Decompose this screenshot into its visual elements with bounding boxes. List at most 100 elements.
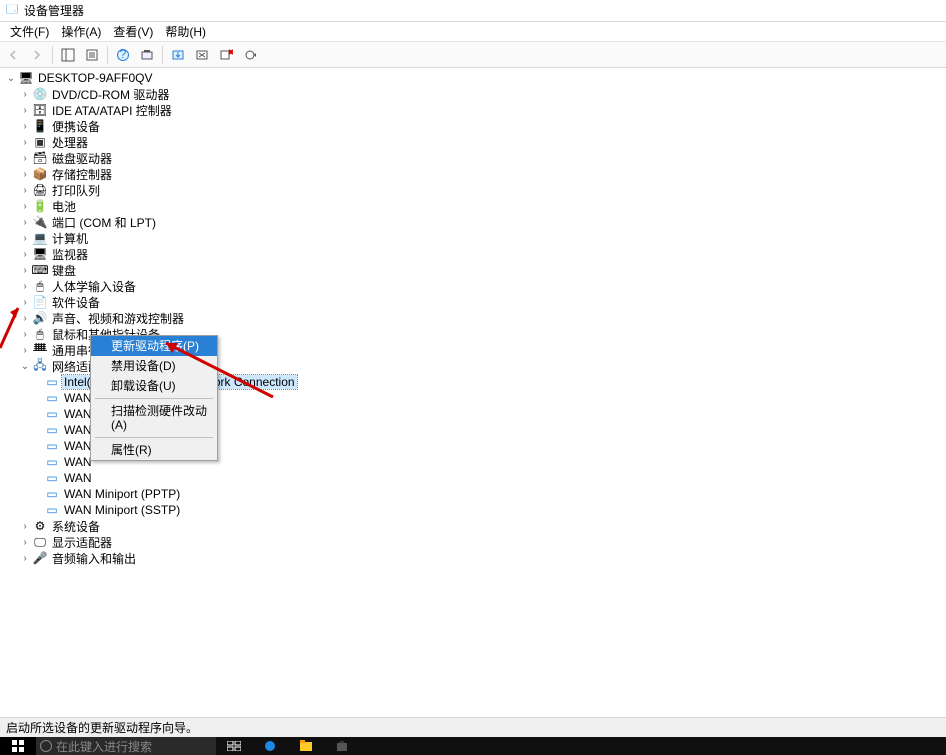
window-title: 设备管理器 <box>24 2 84 19</box>
update-driver-button[interactable] <box>167 44 189 66</box>
expander-icon[interactable]: › <box>18 247 32 261</box>
expander-icon[interactable]: › <box>18 167 32 181</box>
nav-back-button[interactable] <box>2 44 24 66</box>
expander-icon[interactable]: › <box>18 231 32 245</box>
tree-root[interactable]: ⌄ DESKTOP-9AFF0QV <box>0 70 946 86</box>
expander-icon[interactable]: › <box>18 135 32 149</box>
tree-category[interactable]: › DVD/CD-ROM 驱动器 <box>0 86 946 102</box>
toolbar-separator <box>52 46 53 64</box>
expander-icon[interactable]: › <box>18 343 32 357</box>
tree-category[interactable]: › 打印队列 <box>0 182 946 198</box>
category-icon <box>32 102 48 118</box>
search-placeholder: 在此键入进行搜索 <box>56 738 152 755</box>
category-icon <box>32 86 48 102</box>
expander-icon[interactable]: ⌄ <box>4 71 18 85</box>
refresh-button[interactable] <box>239 44 261 66</box>
tree-category[interactable]: › 声音、视频和游戏控制器 <box>0 310 946 326</box>
tree-device[interactable]: WAN Miniport (SSTP) <box>0 502 946 518</box>
tree-category[interactable]: ›磁盘驱动器 <box>0 150 946 166</box>
expander-icon[interactable]: › <box>18 199 32 213</box>
taskbar-search[interactable]: 在此键入进行搜索 <box>36 737 216 755</box>
menu-view[interactable]: 查看(V) <box>107 21 159 42</box>
tree-category[interactable]: ›IDE ATA/ATAPI 控制器 <box>0 102 946 118</box>
tree-category[interactable]: ›处理器 <box>0 134 946 150</box>
expander-icon[interactable]: › <box>18 535 32 549</box>
category-icon <box>32 198 48 214</box>
expander-icon[interactable]: › <box>18 311 32 325</box>
tree-category[interactable]: › 软件设备 <box>0 294 946 310</box>
expander-icon[interactable]: › <box>18 119 32 133</box>
help-button[interactable]: ? <box>112 44 134 66</box>
menu-separator <box>95 437 213 438</box>
menu-action[interactable]: 操作(A) <box>55 21 107 42</box>
taskbar-explorer[interactable] <box>288 737 324 755</box>
category-label: 音频输入和输出 <box>50 550 138 567</box>
expander-icon[interactable]: › <box>18 87 32 101</box>
category-label: 电池 <box>50 198 78 215</box>
expander-icon[interactable]: › <box>18 215 32 229</box>
expander-icon[interactable]: › <box>18 519 32 533</box>
category-label: 软件设备 <box>50 294 102 311</box>
expander-icon[interactable]: › <box>18 551 32 565</box>
tree-category[interactable]: › 便携设备 <box>0 118 946 134</box>
category-label: DVD/CD-ROM 驱动器 <box>50 86 171 103</box>
context-menu-item[interactable]: 卸载设备(U) <box>91 376 217 396</box>
tree-device[interactable]: WAN Miniport (PPTP) <box>0 486 946 502</box>
category-label: 存储控制器 <box>50 166 114 183</box>
category-label: 声音、视频和游戏控制器 <box>50 310 186 327</box>
expander-icon[interactable]: › <box>18 295 32 309</box>
statusbar: 启动所选设备的更新驱动程序向导。 <box>0 717 946 737</box>
status-text: 启动所选设备的更新驱动程序向导。 <box>6 719 198 736</box>
tree-category[interactable]: ›显示适配器 <box>0 534 946 550</box>
context-menu-item[interactable]: 禁用设备(D) <box>91 356 217 376</box>
category-icon <box>32 294 48 310</box>
tree-category[interactable]: ›人体学输入设备 <box>0 278 946 294</box>
network-adapter-icon <box>44 486 60 502</box>
expander-icon[interactable]: › <box>18 151 32 165</box>
expander-icon[interactable]: › <box>18 183 32 197</box>
menu-separator <box>95 398 213 399</box>
menu-help[interactable]: 帮助(H) <box>159 21 212 42</box>
expander-icon[interactable]: › <box>18 263 32 277</box>
tree-category[interactable]: ›端口 (COM 和 LPT) <box>0 214 946 230</box>
network-adapter-icon <box>44 470 60 486</box>
expander-icon[interactable]: › <box>18 279 32 293</box>
tree-category[interactable]: › 电池 <box>0 198 946 214</box>
category-label: 便携设备 <box>50 118 102 135</box>
expander-icon[interactable]: › <box>18 103 32 117</box>
disable-device-button[interactable] <box>191 44 213 66</box>
expander-icon[interactable]: ⌄ <box>18 359 32 373</box>
nav-forward-button[interactable] <box>26 44 48 66</box>
taskbar-store[interactable] <box>324 737 360 755</box>
expander-icon[interactable]: › <box>18 327 32 341</box>
tree-category[interactable]: › 音频输入和输出 <box>0 550 946 566</box>
context-menu-item[interactable]: 属性(R) <box>91 440 217 460</box>
context-menu-item[interactable]: 扫描检测硬件改动(A) <box>91 401 217 435</box>
show-hide-tree-button[interactable] <box>57 44 79 66</box>
category-icon <box>32 182 48 198</box>
device-label: WAN <box>62 423 94 437</box>
taskbar: 在此键入进行搜索 <box>0 737 946 755</box>
tree-category[interactable]: ›键盘 <box>0 262 946 278</box>
device-label: WAN <box>62 391 94 405</box>
uninstall-device-button[interactable] <box>215 44 237 66</box>
tree-root-label: DESKTOP-9AFF0QV <box>36 71 154 85</box>
task-view-button[interactable] <box>216 737 252 755</box>
tree-category[interactable]: › 计算机 <box>0 230 946 246</box>
menu-file[interactable]: 文件(F) <box>4 21 55 42</box>
scan-hardware-button[interactable] <box>136 44 158 66</box>
taskbar-edge[interactable] <box>252 737 288 755</box>
tree-category[interactable]: ›监视器 <box>0 246 946 262</box>
toolbar-separator <box>162 46 163 64</box>
category-icon <box>32 214 48 230</box>
tree-device[interactable]: WAN <box>0 470 946 486</box>
start-button[interactable] <box>0 737 36 755</box>
tree-category[interactable]: › 存储控制器 <box>0 166 946 182</box>
tree-category[interactable]: ›系统设备 <box>0 518 946 534</box>
category-label: 计算机 <box>50 230 90 247</box>
network-adapter-icon <box>44 454 60 470</box>
properties-button[interactable] <box>81 44 103 66</box>
context-menu-item[interactable]: 更新驱动程序(P) <box>91 336 217 356</box>
cortana-icon <box>40 740 52 752</box>
category-label: 打印队列 <box>50 182 102 199</box>
